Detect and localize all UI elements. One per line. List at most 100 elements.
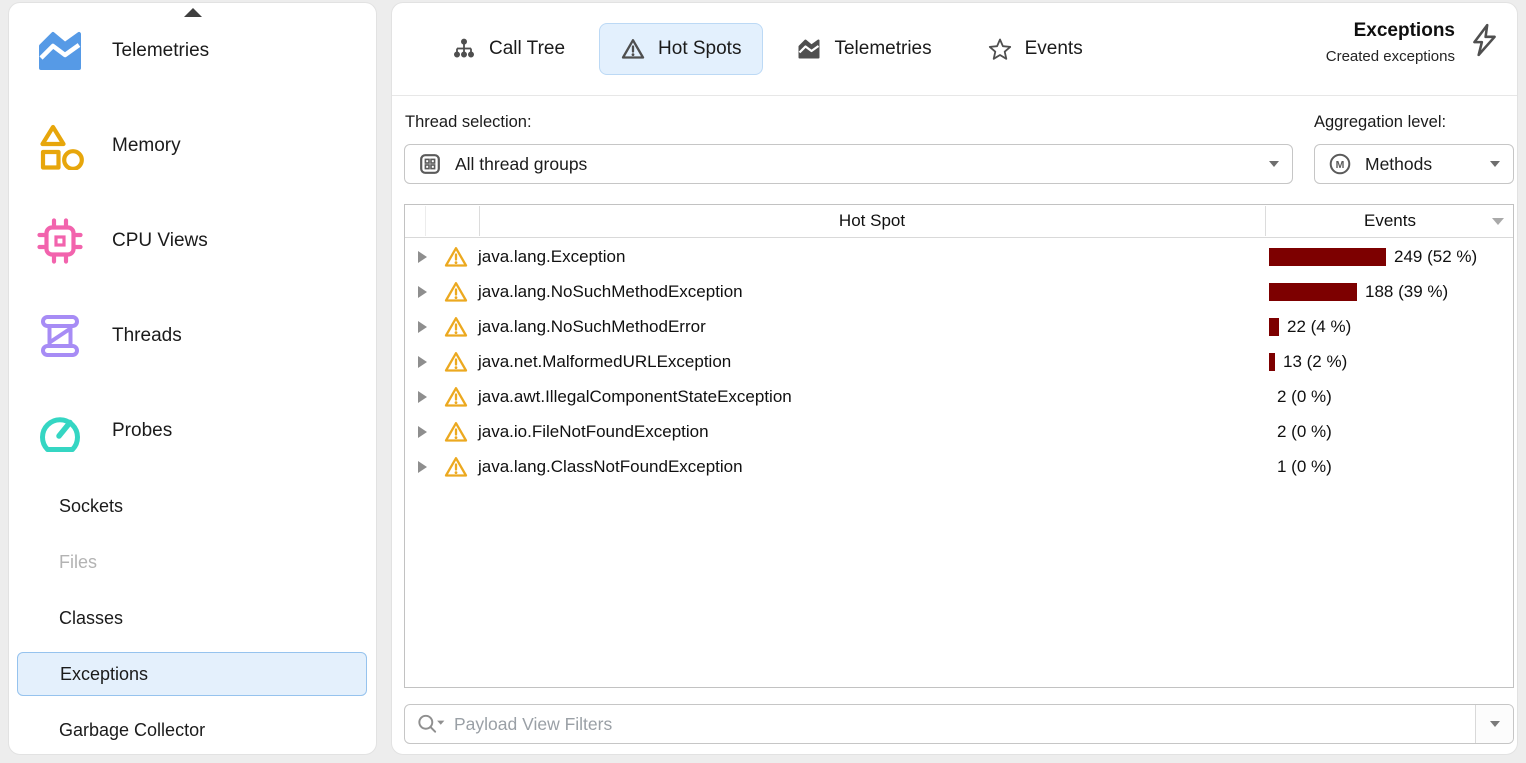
expand-arrow-icon[interactable] — [418, 321, 427, 333]
view-title-block: Exceptions Created exceptions — [1326, 20, 1455, 65]
column-header-events[interactable]: Events — [1265, 205, 1515, 237]
events-cell: 2 (0 %) — [1269, 379, 1332, 414]
sidebar-item-label: Exceptions — [60, 664, 148, 685]
hotspot-name: java.io.FileNotFoundException — [478, 422, 709, 442]
chevron-down-icon — [1490, 161, 1500, 167]
memory-icon — [36, 122, 84, 170]
star-icon — [988, 37, 1012, 61]
controls-row: Thread selection: All thread groups Aggr… — [404, 105, 1514, 197]
table-header: Hot Spot Events — [405, 205, 1513, 238]
page-subtitle: Created exceptions — [1326, 48, 1455, 65]
tab-label: Call Tree — [489, 38, 565, 60]
sidebar-item-sockets[interactable]: Sockets — [9, 478, 376, 534]
table-row[interactable]: java.net.MalformedURLException 13 (2 %) — [405, 344, 1513, 379]
chevron-down-icon — [1269, 161, 1279, 167]
hotspot-name: java.lang.NoSuchMethodError — [478, 317, 706, 337]
sidebar-item-label: Threads — [112, 325, 182, 347]
chevron-down-icon — [1490, 721, 1500, 727]
events-cell: 2 (0 %) — [1269, 414, 1332, 449]
sidebar-sub-items: Sockets Files Classes Exceptions Garbage… — [9, 478, 376, 758]
expand-arrow-icon[interactable] — [418, 426, 427, 438]
table-row[interactable]: java.lang.ClassNotFoundException 1 (0 %) — [405, 449, 1513, 484]
tab-events[interactable]: Events — [966, 23, 1105, 75]
sidebar-item-label: Files — [59, 552, 97, 573]
call-tree-icon — [452, 37, 476, 61]
exception-warning-icon — [444, 455, 468, 479]
header-divider — [425, 206, 426, 236]
sidebar-item-threads[interactable]: Threads — [9, 288, 376, 383]
exception-warning-icon — [444, 315, 468, 339]
sidebar-item-probes[interactable]: Probes — [9, 383, 376, 478]
aggregation-level-label: Aggregation level: — [1314, 113, 1446, 132]
exception-warning-icon — [444, 385, 468, 409]
exception-warning-icon — [444, 245, 468, 269]
hotspots-table: Hot Spot Events java.lang.Exception 249 … — [404, 204, 1514, 688]
table-rows: java.lang.Exception 249 (52 %) java.lang… — [405, 239, 1513, 484]
expand-arrow-icon[interactable] — [418, 461, 427, 473]
exception-warning-icon — [444, 280, 468, 304]
sidebar-main-items: Telemetries Memory CPU Views Threads Pro… — [9, 3, 376, 478]
sidebar-item-telemetries[interactable]: Telemetries — [9, 3, 376, 98]
expand-arrow-icon[interactable] — [418, 391, 427, 403]
thread-selection-label: Thread selection: — [405, 113, 532, 132]
expand-arrow-icon[interactable] — [418, 356, 427, 368]
events-value: 22 (4 %) — [1287, 317, 1351, 337]
sidebar-item-exceptions[interactable]: Exceptions — [17, 652, 367, 696]
warning-icon — [621, 37, 645, 61]
aggregation-level-dropdown[interactable]: M Methods — [1314, 144, 1514, 184]
main-panel: Call Tree Hot Spots Telemetries Events E… — [391, 2, 1518, 755]
events-value: 2 (0 %) — [1277, 422, 1332, 442]
tab-hot-spots[interactable]: Hot Spots — [599, 23, 763, 75]
filter-dropdown-button[interactable] — [1475, 705, 1513, 743]
payload-filter-bar — [404, 704, 1514, 744]
payload-filter-input[interactable] — [454, 705, 1475, 743]
bolt-icon — [1467, 23, 1501, 57]
hotspot-name: java.net.MalformedURLException — [478, 352, 731, 372]
sidebar-item-label: Garbage Collector — [59, 720, 205, 741]
sidebar-item-memory[interactable]: Memory — [9, 98, 376, 193]
telemetries-tab-icon — [797, 37, 821, 61]
expand-arrow-icon[interactable] — [418, 251, 427, 263]
sidebar-item-label: Telemetries — [112, 40, 209, 62]
tab-label: Telemetries — [834, 38, 931, 60]
events-value: 249 (52 %) — [1394, 247, 1477, 267]
sidebar: Telemetries Memory CPU Views Threads Pro… — [8, 2, 377, 755]
table-row[interactable]: java.awt.IllegalComponentStateException … — [405, 379, 1513, 414]
hotspot-name: java.lang.ClassNotFoundException — [478, 457, 743, 477]
sidebar-item-label: Probes — [112, 420, 172, 442]
aggregation-level-value: Methods — [1365, 154, 1432, 175]
sidebar-item-files: Files — [9, 534, 376, 590]
expand-arrow-icon[interactable] — [418, 286, 427, 298]
page-title: Exceptions — [1326, 20, 1455, 42]
sidebar-item-classes[interactable]: Classes — [9, 590, 376, 646]
events-cell: 1 (0 %) — [1269, 449, 1332, 484]
hotspot-name: java.awt.IllegalComponentStateException — [478, 387, 792, 407]
sidebar-item-label: Memory — [112, 135, 181, 157]
exception-warning-icon — [444, 420, 468, 444]
events-bar — [1269, 318, 1279, 336]
exception-warning-icon — [444, 350, 468, 374]
telemetries-icon — [36, 27, 84, 75]
methods-icon: M — [1328, 152, 1352, 176]
events-value: 1 (0 %) — [1277, 457, 1332, 477]
events-value: 13 (2 %) — [1283, 352, 1347, 372]
tab-telemetries[interactable]: Telemetries — [775, 23, 953, 75]
search-filter-icon[interactable] — [416, 713, 446, 735]
sort-descending-icon[interactable] — [1492, 218, 1504, 225]
table-row[interactable]: java.io.FileNotFoundException 2 (0 %) — [405, 414, 1513, 449]
events-bar — [1269, 353, 1275, 371]
tab-call-tree[interactable]: Call Tree — [430, 23, 587, 75]
hotspot-name: java.lang.NoSuchMethodException — [478, 282, 743, 302]
table-row[interactable]: java.lang.NoSuchMethodError 22 (4 %) — [405, 309, 1513, 344]
sidebar-item-garbage-collector[interactable]: Garbage Collector — [9, 702, 376, 758]
column-header-hotspot[interactable]: Hot Spot — [479, 205, 1265, 237]
events-cell: 13 (2 %) — [1269, 344, 1347, 379]
thread-selection-dropdown[interactable]: All thread groups — [404, 144, 1293, 184]
events-cell: 249 (52 %) — [1269, 239, 1477, 274]
table-row[interactable]: java.lang.Exception 249 (52 %) — [405, 239, 1513, 274]
events-value: 2 (0 %) — [1277, 387, 1332, 407]
sidebar-item-cpu-views[interactable]: CPU Views — [9, 193, 376, 288]
table-row[interactable]: java.lang.NoSuchMethodException 188 (39 … — [405, 274, 1513, 309]
threads-icon — [36, 312, 84, 360]
events-cell: 22 (4 %) — [1269, 309, 1351, 344]
